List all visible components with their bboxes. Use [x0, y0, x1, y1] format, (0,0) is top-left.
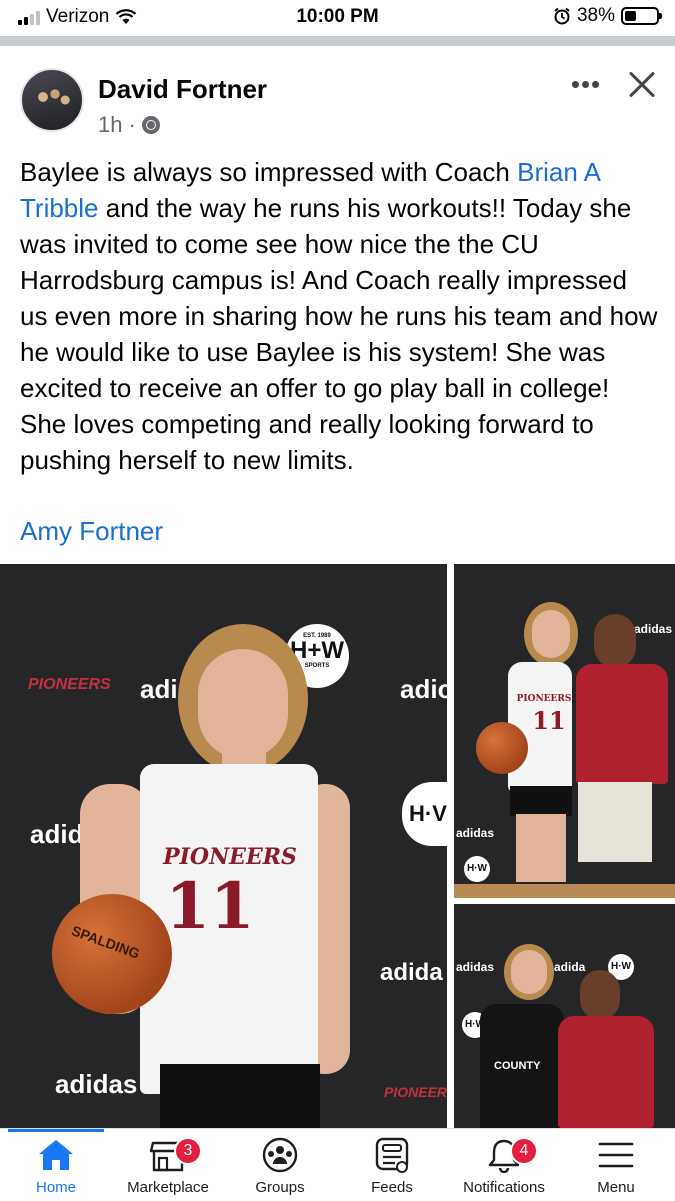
globe-icon	[141, 116, 160, 134]
coach-shirt	[576, 664, 668, 784]
shirt-text: COUNTY	[494, 1060, 541, 1072]
player-shorts	[510, 786, 572, 816]
status-right: 38%	[553, 5, 662, 27]
post-body: Baylee is always so impressed with Coach…	[20, 154, 660, 478]
close-button[interactable]	[622, 64, 662, 104]
hw-sports-logo: H·V	[402, 782, 447, 846]
player-shirt: COUNTY	[480, 1004, 564, 1128]
coach-shorts	[578, 782, 652, 862]
player-legs	[516, 814, 566, 882]
notifications-badge: 4	[510, 1137, 538, 1165]
adidas-logo: adidas	[55, 1069, 138, 1099]
home-icon	[39, 1140, 73, 1170]
nav-menu[interactable]: Menu	[560, 1129, 672, 1201]
feeds-icon	[375, 1137, 409, 1173]
bottom-nav: Home 3 Marketplace Groups Feeds 4 Notifi…	[0, 1128, 675, 1201]
battery-icon	[621, 7, 662, 25]
photo-grid: adidas adidas adic adidas adida PIONEERS…	[0, 564, 675, 1128]
photo-bottom-right[interactable]: adidas adida H·W H·W COUNTY	[454, 904, 675, 1128]
adidas-logo: adida	[554, 960, 586, 974]
status-bar: Verizon 10:00 PM 38%	[0, 0, 675, 34]
adidas-logo: adidas	[456, 960, 495, 974]
marketplace-badge: 3	[174, 1137, 202, 1165]
post-body-prefix: Baylee is always so impressed with Coach	[20, 157, 518, 187]
ball-brand: SPALDING	[69, 922, 142, 962]
nav-label: Marketplace	[127, 1179, 209, 1196]
adidas-logo: adidas	[634, 622, 673, 636]
menu-icon	[598, 1142, 634, 1168]
photo-main[interactable]: adidas adidas adic adidas adida PIONEERS…	[0, 564, 447, 1128]
basketball	[476, 722, 528, 774]
basketball: SPALDING	[52, 894, 172, 1014]
player-face	[198, 649, 288, 759]
nav-marketplace[interactable]: 3 Marketplace	[112, 1129, 224, 1201]
post-time[interactable]: 1h	[98, 112, 122, 138]
photo-top-right[interactable]: adidas adidas H·W PIONEERS 11	[454, 564, 675, 898]
adidas-logo: adic	[400, 674, 447, 704]
coach-face	[594, 614, 636, 668]
tagged-person-link[interactable]: Amy Fortner	[20, 513, 163, 549]
post-body-suffix: and the way he runs his workouts!! Today…	[20, 193, 658, 475]
hw-sports-logo: H·W	[464, 856, 490, 882]
nav-label: Notifications	[463, 1179, 545, 1196]
pioneers-logo: PIONEERS	[384, 1084, 447, 1100]
battery-percent: 38%	[576, 5, 615, 26]
nav-feeds[interactable]: Feeds	[336, 1129, 448, 1201]
coach-shirt	[558, 1016, 654, 1128]
groups-icon	[262, 1137, 298, 1173]
meta-separator: ·	[128, 112, 136, 137]
coach-face	[580, 970, 620, 1020]
player-face	[511, 950, 547, 994]
active-indicator	[8, 1129, 104, 1132]
pioneers-logo: PIONEERS	[28, 676, 111, 693]
jersey-text: PIONEERS	[516, 694, 572, 704]
more-options-button[interactable]: •••	[568, 66, 604, 102]
adidas-logo: adidas	[456, 826, 495, 840]
adidas-logo: adida	[380, 959, 443, 986]
player-shorts	[160, 1064, 320, 1128]
author-name[interactable]: David Fortner	[98, 74, 267, 105]
floor	[454, 884, 675, 898]
jersey-number: 11	[532, 706, 566, 735]
nav-label: Menu	[597, 1179, 635, 1196]
post-header: David Fortner 1h · •••	[0, 46, 675, 146]
alarm-icon	[554, 7, 570, 25]
nav-groups[interactable]: Groups	[224, 1129, 336, 1201]
post-meta: 1h ·	[98, 112, 160, 138]
nav-label: Home	[35, 1179, 76, 1196]
nav-notifications[interactable]: 4 Notifications	[448, 1129, 560, 1201]
nav-label: Feeds	[371, 1179, 413, 1196]
top-divider	[0, 36, 675, 46]
jersey-text: PIONEERS	[163, 844, 297, 870]
player-face	[532, 610, 570, 658]
nav-home[interactable]: Home	[0, 1129, 112, 1201]
nav-label: Groups	[255, 1179, 305, 1196]
author-avatar[interactable]	[20, 68, 84, 132]
